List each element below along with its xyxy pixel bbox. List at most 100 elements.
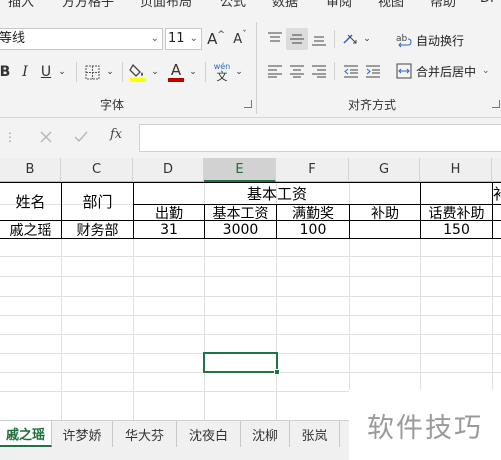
caret-down-icon: ˇ <box>242 30 247 40</box>
phonetic-dropdown-icon[interactable]: ⌄ <box>233 62 245 82</box>
gridline <box>0 334 501 335</box>
tab-page-layout[interactable]: 页面布局 <box>140 0 192 10</box>
grow-font-button[interactable]: A ^ <box>205 29 227 49</box>
orientation-button[interactable] <box>340 28 362 50</box>
font-color-dropdown-icon[interactable]: ⌄ <box>187 62 199 82</box>
fill-color-dropdown-icon[interactable]: ⌄ <box>149 62 161 82</box>
cell-subsidy[interactable] <box>350 221 420 238</box>
increase-indent-button[interactable] <box>362 60 384 82</box>
italic-button[interactable]: I <box>18 62 32 82</box>
formula-input[interactable] <box>139 124 501 152</box>
grow-font-label: A <box>207 30 218 48</box>
column-header-h[interactable]: H <box>420 158 492 182</box>
borders-dropdown-icon[interactable]: ⌄ <box>104 62 116 82</box>
header-name[interactable]: 姓名 <box>0 183 61 220</box>
shrink-font-button[interactable]: Aˇ <box>230 29 250 49</box>
gridline <box>0 256 501 257</box>
gridline <box>0 276 501 277</box>
close-icon <box>40 131 52 143</box>
align-left-button[interactable] <box>264 60 286 82</box>
column-header-c[interactable]: C <box>61 158 133 182</box>
borders-button[interactable] <box>83 62 101 82</box>
sheet-tab-active[interactable]: 戚之瑶 <box>0 421 52 447</box>
gridline <box>0 315 501 316</box>
align-left-icon <box>268 65 282 78</box>
bold-button[interactable]: B <box>0 62 12 82</box>
tab-more[interactable]: DI <box>480 0 494 6</box>
sheet-tab[interactable]: 沈柳 <box>241 421 290 447</box>
column-header-f[interactable]: F <box>276 158 349 182</box>
font-color-button[interactable]: A <box>166 60 186 84</box>
active-cell-selection[interactable] <box>203 352 280 375</box>
font-size-select[interactable]: 11 ⌄ <box>165 28 202 50</box>
header-full-attendance-bonus[interactable]: 满勤奖 <box>277 205 349 221</box>
header-basic-salary-group[interactable]: 基本工资 <box>134 183 420 204</box>
tab-help[interactable]: 帮助 <box>430 0 456 10</box>
tab-formulas[interactable]: 公式 <box>220 0 246 10</box>
check-icon <box>74 131 88 143</box>
font-name-value: 等线 <box>0 31 26 46</box>
font-name-select[interactable]: 等线 ⌄ <box>0 28 163 50</box>
tab-data[interactable]: 数据 <box>272 0 298 10</box>
font-size-value: 11 <box>168 31 185 46</box>
chevron-down-icon: ⌄ <box>150 33 159 44</box>
decrease-indent-icon <box>344 65 358 78</box>
text-orientation-icon <box>343 34 357 44</box>
underline-dropdown-icon[interactable]: ⌄ <box>56 62 68 82</box>
bottom-align-button[interactable] <box>308 28 330 50</box>
cell-base-salary[interactable]: 3000 <box>205 221 276 238</box>
column-header-i[interactable] <box>492 158 501 182</box>
column-header-b[interactable]: B <box>0 158 61 182</box>
top-align-button[interactable] <box>264 28 286 50</box>
wrap-text-button[interactable]: ab 自动换行 <box>396 30 464 50</box>
column-header-d[interactable]: D <box>133 158 204 182</box>
align-center-button[interactable] <box>286 60 308 82</box>
tab-fangfang[interactable]: 方方格子 <box>62 0 114 10</box>
tab-insert[interactable]: 插入 <box>8 0 34 10</box>
cancel-entry-button[interactable] <box>36 127 56 147</box>
header-dept[interactable]: 部门 <box>62 183 133 220</box>
cell-phone-subsidy[interactable]: 150 <box>421 221 492 238</box>
header-subsidy[interactable]: 补助 <box>350 205 420 221</box>
font-dialog-launcher-icon[interactable] <box>244 100 252 108</box>
align-right-button[interactable] <box>308 60 330 82</box>
confirm-entry-button[interactable] <box>71 127 91 147</box>
align-right-icon <box>312 65 326 78</box>
header-attendance[interactable]: 出勤 <box>134 205 204 221</box>
sheet-tab[interactable]: 张岚 <box>290 421 340 447</box>
orientation-dropdown-icon[interactable]: ⌄ <box>362 29 372 49</box>
font-group-label: 字体 <box>100 98 125 112</box>
insert-function-button[interactable]: fx <box>110 127 122 142</box>
header-next-partial[interactable]: 补 <box>493 183 501 204</box>
divider <box>122 62 123 82</box>
fill-handle[interactable] <box>274 369 280 375</box>
chevron-down-icon: ⌄ <box>189 33 198 44</box>
cell-attendance[interactable]: 31 <box>134 221 204 238</box>
sheet-tab[interactable]: 许梦娇 <box>52 421 113 447</box>
middle-align-button[interactable] <box>286 28 308 50</box>
underline-button[interactable]: U <box>38 62 54 82</box>
tab-view[interactable]: 视图 <box>378 0 404 10</box>
header-base-salary[interactable]: 基本工资 <box>205 205 276 221</box>
fill-color-button[interactable] <box>128 60 148 84</box>
column-header-g[interactable]: G <box>349 158 420 182</box>
phonetic-guide-button[interactable]: wén 文 <box>212 60 232 84</box>
header-phone-subsidy[interactable]: 话费补助 <box>421 205 492 221</box>
phonetic-bottom: 文 <box>216 70 228 83</box>
cell-full-attendance-bonus[interactable]: 100 <box>277 221 349 238</box>
alignment-dialog-launcher-icon[interactable] <box>492 100 500 108</box>
column-header-e[interactable]: E <box>204 158 276 182</box>
align-middle-icon <box>290 34 304 44</box>
align-center-icon <box>290 65 304 78</box>
worksheet-grid[interactable]: B C D E F G H 姓名 部门 基本工资 出勤 基本工资 满勤奖 补助 … <box>0 158 501 420</box>
wrap-text-label: 自动换行 <box>416 33 465 48</box>
alignment-group-label: 对齐方式 <box>348 98 397 112</box>
merge-center-button[interactable]: 合并后居中 ⌄ <box>396 61 490 81</box>
sheet-tab[interactable]: 华大芬 <box>113 421 177 447</box>
cell-dept[interactable]: 财务部 <box>62 221 133 239</box>
merge-dropdown-icon[interactable]: ⌄ <box>482 66 490 76</box>
tab-review[interactable]: 审阅 <box>326 0 352 10</box>
cell-name[interactable]: 戚之瑶 <box>0 221 61 239</box>
decrease-indent-button[interactable] <box>340 60 362 82</box>
sheet-tab[interactable]: 沈夜白 <box>177 421 241 447</box>
